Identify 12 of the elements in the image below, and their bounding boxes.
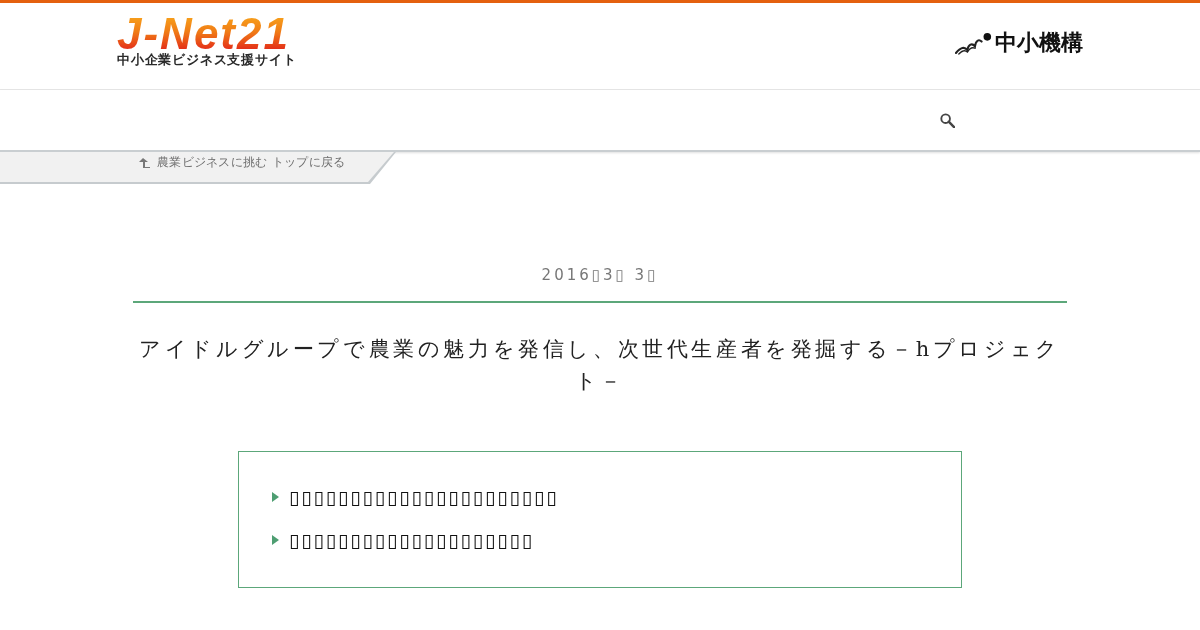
up-arrow-icon	[138, 156, 150, 168]
bird-logo-icon	[955, 31, 993, 55]
back-to-top-link[interactable]: 農業ビジネスに挑む トップに戻る	[157, 153, 346, 171]
summary-item: ▯▯▯▯▯▯▯▯▯▯▯▯▯▯▯▯▯▯▯▯	[289, 529, 535, 551]
triangle-bullet-icon	[272, 535, 279, 545]
site-tagline: 中小企業ビジネス支援サイト	[117, 52, 297, 68]
article-title: アイドルグループで農業の魅力を発信し、次世代生産者を発掘する－hプロジェクト－	[138, 336, 1062, 395]
summary-item: ▯▯▯▯▯▯▯▯▯▯▯▯▯▯▯▯▯▯▯▯▯▯	[289, 486, 559, 508]
article-date: 2016▯3▯ 3▯	[540, 266, 660, 284]
triangle-bullet-icon	[272, 492, 279, 502]
partner-logo-text[interactable]: 中小機構	[995, 29, 1083, 57]
search-icon[interactable]	[940, 113, 955, 128]
